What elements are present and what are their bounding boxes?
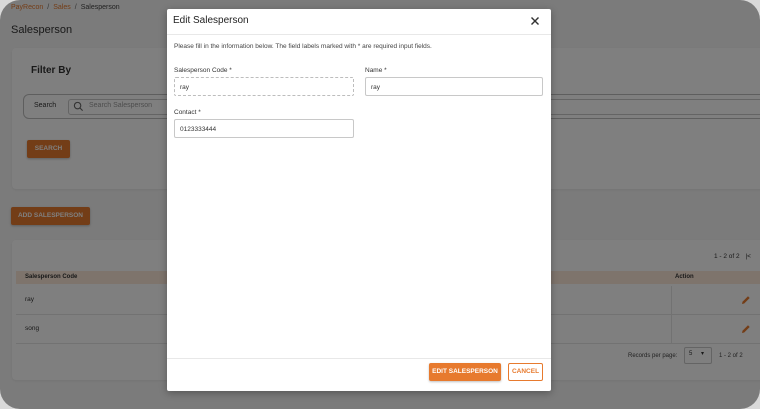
edit-salesperson-modal: Edit Salesperson Please fill in the info… <box>167 9 551 391</box>
modal-info-text: Please fill in the information below. Th… <box>174 43 432 50</box>
contact-label: Contact * <box>174 109 201 116</box>
contact-field[interactable]: 0123333444 <box>174 119 354 138</box>
salesperson-code-label: Salesperson Code * <box>174 67 232 74</box>
modal-title: Edit Salesperson <box>173 15 249 26</box>
name-field[interactable]: ray <box>365 77 543 96</box>
modal-header-divider <box>167 34 551 35</box>
app-frame: PayRecon/Sales/Salesperson Salesperson F… <box>0 0 760 409</box>
salesperson-code-field[interactable]: ray <box>174 77 354 96</box>
edit-salesperson-button[interactable]: EDIT SALESPERSON <box>429 363 501 381</box>
cancel-button[interactable]: CANCEL <box>508 363 543 381</box>
close-icon[interactable] <box>529 15 541 27</box>
modal-footer-divider <box>167 358 551 359</box>
name-label: Name * <box>365 67 387 74</box>
